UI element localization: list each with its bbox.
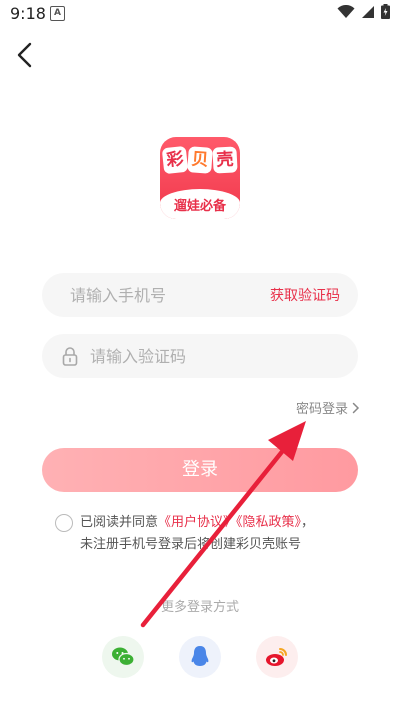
agreement-comma: ， bbox=[301, 515, 315, 530]
qq-icon bbox=[191, 646, 209, 666]
status-time: 9:18 bbox=[10, 4, 46, 23]
code-field bbox=[42, 334, 358, 378]
notification-icon: A bbox=[50, 6, 65, 21]
status-icons bbox=[337, 4, 390, 19]
user-agreement-link[interactable]: 《用户协议》 bbox=[158, 515, 236, 530]
qq-login-button[interactable] bbox=[179, 636, 221, 678]
agreement-line1: 已阅读并同意《用户协议》《隐私政策》， bbox=[80, 512, 314, 534]
more-login-label: 更多登录方式 bbox=[160, 600, 239, 615]
weibo-login-button[interactable] bbox=[256, 636, 298, 678]
code-input[interactable] bbox=[90, 346, 358, 366]
chevron-left-icon bbox=[17, 42, 32, 68]
phone-input[interactable] bbox=[70, 285, 270, 305]
wechat-login-button[interactable] bbox=[102, 636, 144, 678]
agreement-line2: 未注册手机号登录后将创建彩贝壳账号 bbox=[80, 537, 302, 552]
agreement-prefix: 已阅读并同意 bbox=[80, 515, 159, 530]
privacy-policy-link[interactable]: 《隐私政策》 bbox=[236, 515, 301, 530]
password-login-label: 密码登录 bbox=[295, 402, 348, 417]
chevron-right-icon bbox=[352, 402, 360, 413]
logo-slogan: 遛娃必备 bbox=[173, 199, 226, 214]
phone-field: 获取验证码 bbox=[42, 273, 358, 317]
password-login-link[interactable]: 密码登录 bbox=[296, 398, 360, 417]
weibo-icon bbox=[266, 648, 287, 666]
back-button[interactable] bbox=[12, 38, 42, 72]
lock-icon bbox=[62, 347, 78, 366]
signal-icon bbox=[362, 5, 374, 18]
logo-char: 贝 bbox=[187, 146, 213, 174]
wechat-icon bbox=[112, 647, 135, 667]
agree-radio[interactable] bbox=[55, 514, 73, 532]
logo-char: 彩 bbox=[161, 145, 189, 175]
wifi-icon bbox=[337, 4, 355, 18]
logo-char: 壳 bbox=[212, 146, 238, 174]
battery-icon bbox=[381, 4, 390, 19]
get-code-button[interactable]: 获取验证码 bbox=[270, 285, 340, 305]
app-logo: 彩 贝 壳 遛娃必备 bbox=[160, 137, 240, 219]
login-button[interactable]: 登录 bbox=[42, 448, 358, 492]
